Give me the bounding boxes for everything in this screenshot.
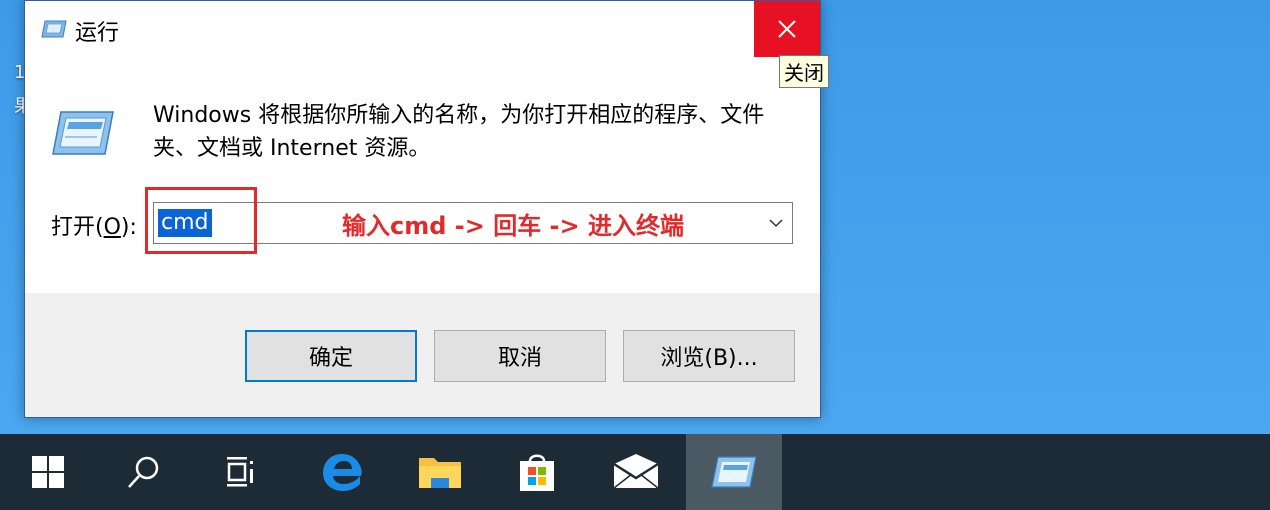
dialog-description: Windows 将根据你所输入的名称，为你打开相应的程序、文件夹、文档或 Int…	[153, 103, 765, 161]
run-icon	[41, 20, 67, 38]
task-view-button[interactable]	[192, 434, 288, 510]
search-button[interactable]	[96, 434, 192, 510]
store-icon	[520, 454, 554, 491]
file-explorer-icon	[419, 458, 461, 488]
mail-icon	[613, 454, 659, 489]
annotation-text: 输入cmd -> 回车 -> 进入终端	[342, 212, 684, 240]
open-combobox[interactable]: cmd 输入cmd -> 回车 -> 进入终端	[153, 202, 793, 244]
run-icon	[711, 456, 757, 488]
edge-icon	[323, 454, 362, 491]
close-icon	[778, 20, 796, 38]
button-bar: 确定 取消 浏览(B)...	[25, 293, 820, 417]
open-input-value[interactable]: cmd	[158, 209, 212, 237]
cancel-button[interactable]: 取消	[434, 330, 606, 382]
title-bar[interactable]: 运行	[25, 1, 820, 57]
edge-button[interactable]	[294, 434, 390, 510]
dialog-title: 运行	[75, 21, 120, 46]
run-dialog: 运行 Windows 将根据你所输入的名称，为你打开相应的程序、文件夹、文档或 …	[24, 0, 821, 418]
open-label: 打开(O):	[51, 215, 137, 240]
close-tooltip: 关闭	[779, 55, 829, 88]
close-button[interactable]	[754, 1, 820, 57]
run-taskbar-button[interactable]	[686, 434, 782, 510]
browse-button[interactable]: 浏览(B)...	[623, 330, 795, 382]
start-button[interactable]	[0, 434, 96, 510]
chevron-down-icon[interactable]	[768, 215, 784, 231]
search-icon	[128, 456, 159, 488]
mail-button[interactable]	[588, 434, 684, 510]
ok-button[interactable]: 确定	[245, 330, 417, 382]
taskbar	[0, 434, 1270, 510]
file-explorer-button[interactable]	[392, 434, 488, 510]
run-program-icon	[52, 111, 114, 155]
task-view-icon	[227, 457, 253, 487]
start-icon	[32, 456, 64, 488]
store-button[interactable]	[489, 434, 585, 510]
